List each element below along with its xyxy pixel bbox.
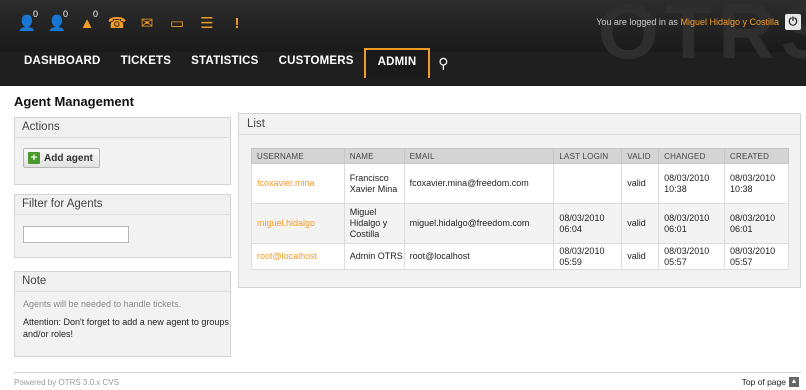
- note-attention: Attention: Don't forget to add a new age…: [23, 317, 229, 339]
- queue-view-icon[interactable]: ☰: [194, 11, 220, 37]
- cell-changed: 08/03/2010 05:57: [658, 243, 726, 270]
- actions-title: Actions: [15, 118, 230, 138]
- login-prefix: You are logged in as: [596, 17, 678, 27]
- agent-table: USERNAME NAME EMAIL LAST LOGIN VALID CHA…: [251, 148, 789, 270]
- powered-by: Powered by OTRS 3.0.x CVS: [14, 378, 119, 387]
- filter-box: Filter for Agents: [14, 194, 231, 258]
- table-row[interactable]: miguel.hidalgo Miguel Hidalgo y Costilla…: [251, 203, 789, 244]
- cell-changed: 08/03/2010 06:01: [658, 203, 726, 244]
- filter-title: Filter for Agents: [15, 195, 230, 215]
- top-of-page-label: Top of page: [741, 377, 786, 387]
- note-title: Note: [15, 272, 230, 292]
- col-valid[interactable]: VALID: [621, 148, 660, 164]
- top-of-page-link[interactable]: Top of page ▲: [742, 377, 799, 387]
- cell-created: 08/03/2010 06:01: [724, 203, 789, 244]
- otrs-watermark-logo: OTRS: [598, 0, 806, 75]
- col-last-login[interactable]: LAST LOGIN: [553, 148, 623, 164]
- responsible-tickets-icon[interactable]: ▲ 0: [74, 9, 100, 37]
- logged-in-user-link[interactable]: Miguel Hidalgo y Costilla: [680, 17, 779, 27]
- table-row[interactable]: root@localhost Admin OTRS root@localhost…: [251, 243, 789, 270]
- ticket-search-icon[interactable]: ▭: [164, 11, 190, 37]
- list-title: List: [239, 114, 800, 135]
- username-link[interactable]: miguel.hidalgo: [257, 218, 315, 228]
- locked-count: 0: [32, 9, 38, 19]
- arrow-up-icon: ▲: [789, 377, 799, 387]
- username-link[interactable]: fcoxavier.mina: [257, 178, 315, 188]
- cell-valid: valid: [621, 203, 660, 244]
- table-header-row: USERNAME NAME EMAIL LAST LOGIN VALID CHA…: [251, 148, 789, 164]
- add-agent-label: Add agent: [44, 152, 93, 164]
- col-email[interactable]: EMAIL: [403, 148, 555, 164]
- cell-valid: valid: [621, 243, 660, 270]
- toolbar: 👤 0 👤 0 ▲ 0 ☎ ✉ ▭ ☰ !: [14, 9, 250, 37]
- power-icon[interactable]: ⏻: [785, 14, 801, 30]
- cell-name: Miguel Hidalgo y Costilla: [343, 203, 405, 244]
- nav-customers[interactable]: CUSTOMERS: [269, 48, 364, 76]
- actions-box: Actions + Add agent: [14, 117, 231, 185]
- nav-tickets[interactable]: TICKETS: [111, 48, 182, 76]
- search-icon[interactable]: ⚲: [430, 48, 456, 78]
- username-link[interactable]: root@localhost: [257, 251, 317, 261]
- table-row[interactable]: fcoxavier.mina Francisco Xavier Mina fco…: [251, 163, 789, 204]
- add-agent-button[interactable]: + Add agent: [23, 148, 100, 168]
- phone-ticket-icon[interactable]: ☎: [104, 11, 130, 37]
- cell-username[interactable]: root@localhost: [251, 243, 345, 270]
- cell-last-login: 08/03/2010 06:04: [553, 203, 623, 244]
- col-changed[interactable]: CHANGED: [658, 148, 726, 164]
- main-nav: DASHBOARD TICKETS STATISTICS CUSTOMERS A…: [14, 48, 456, 78]
- nav-statistics[interactable]: STATISTICS: [181, 48, 268, 76]
- cell-last-login: 08/03/2010 05:59: [553, 243, 623, 270]
- cell-email: root@localhost: [403, 243, 555, 270]
- cell-name: Admin OTRS: [343, 243, 405, 270]
- col-name[interactable]: NAME: [343, 148, 405, 164]
- cell-changed: 08/03/2010 10:38: [658, 163, 726, 204]
- nav-admin[interactable]: ADMIN: [363, 48, 431, 78]
- login-status: You are logged in as Miguel Hidalgo y Co…: [596, 17, 779, 27]
- header-bar: OTRS 👤0 👤0 ▲0 ☎ ✉ ▭ ☰ ! You are logged i…: [0, 0, 806, 86]
- footer: Powered by OTRS 3.0.x CVS Top of page ▲: [14, 372, 801, 390]
- agent-list-panel: List USERNAME NAME EMAIL LAST LOGIN VALI…: [238, 113, 801, 288]
- cell-last-login: [553, 163, 623, 204]
- page-title: Agent Management: [14, 94, 134, 109]
- cell-username[interactable]: miguel.hidalgo: [251, 203, 345, 244]
- plus-icon: +: [28, 152, 40, 164]
- col-created[interactable]: CREATED: [724, 148, 789, 164]
- col-username[interactable]: USERNAME: [251, 148, 345, 164]
- cell-created: 08/03/2010 05:57: [724, 243, 789, 270]
- agent-filter-input[interactable]: [23, 226, 129, 243]
- note-text: Agents will be needed to handle tickets.: [23, 299, 182, 309]
- nav-dashboard[interactable]: DASHBOARD: [14, 48, 111, 76]
- escalation-icon[interactable]: !: [224, 11, 250, 37]
- cell-username[interactable]: fcoxavier.mina: [251, 163, 345, 204]
- cell-created: 08/03/2010 10:38: [724, 163, 789, 204]
- cell-email: miguel.hidalgo@freedom.com: [403, 203, 555, 244]
- locked-tickets-icon[interactable]: 👤 0: [14, 9, 40, 37]
- note-box: Note Agents will be needed to handle tic…: [14, 271, 231, 357]
- cell-email: fcoxavier.mina@freedom.com: [403, 163, 555, 204]
- cell-name: Francisco Xavier Mina: [343, 163, 405, 204]
- cell-valid: valid: [621, 163, 660, 204]
- email-ticket-icon[interactable]: ✉: [134, 11, 160, 37]
- responsible-count: 0: [92, 9, 98, 19]
- watched-tickets-icon[interactable]: 👤 0: [44, 9, 70, 37]
- watched-count: 0: [62, 9, 68, 19]
